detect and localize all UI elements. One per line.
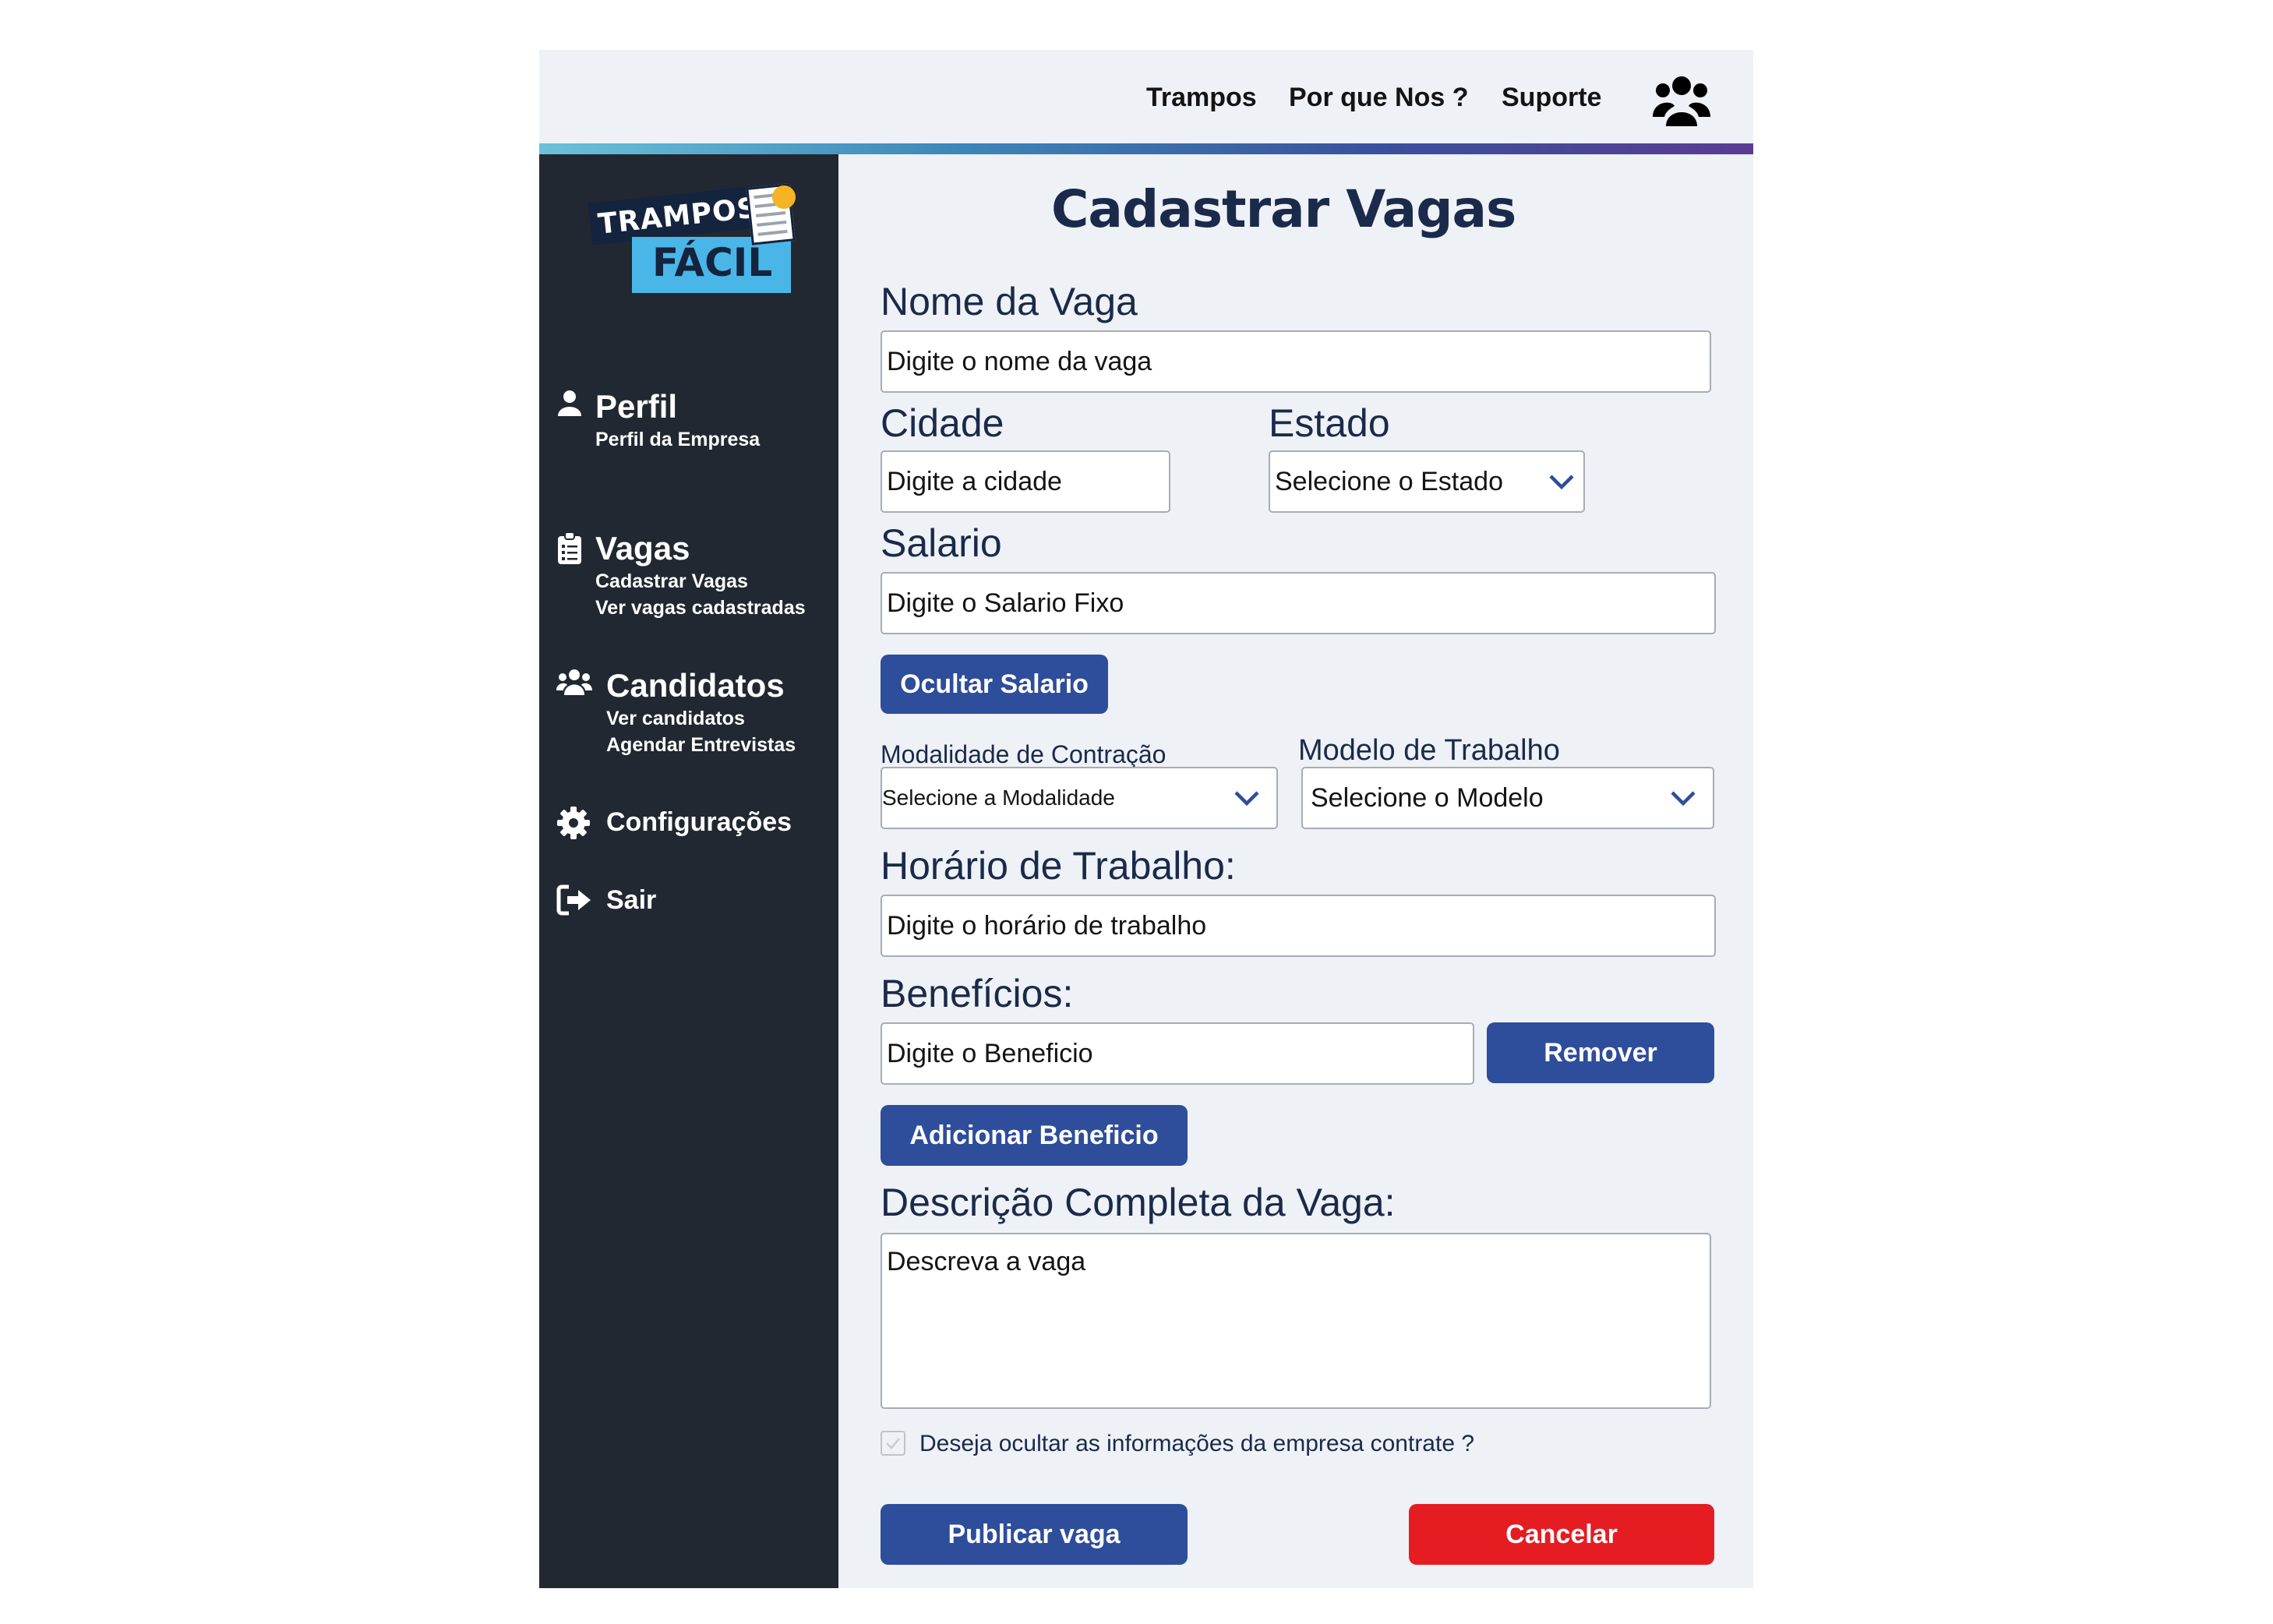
- sign-out-icon: [556, 884, 591, 916]
- salario-input[interactable]: Digite o Salario Fixo: [881, 572, 1716, 634]
- sidebar: TRAMPOS FÁCIL Perfil Perfil da Empresa V…: [539, 154, 838, 1588]
- beneficio-input[interactable]: Digite o Beneficio: [881, 1022, 1474, 1085]
- sidebar-sub-agendar-entrevistas[interactable]: Agendar Entrevistas: [606, 734, 796, 757]
- page-title: Cadastrar Vagas: [1051, 179, 1516, 239]
- descricao-label: Descrição Completa da Vaga:: [881, 1181, 1396, 1224]
- horario-label: Horário de Trabalho:: [881, 844, 1236, 888]
- app-frame: Trampos Por que Nos ? Suporte TRAMPOS FÁ…: [539, 50, 1753, 1588]
- sidebar-sub-perfil-empresa[interactable]: Perfil da Empresa: [595, 429, 760, 451]
- beneficios-label: Benefícios:: [881, 972, 1074, 1015]
- ocultar-salario-button[interactable]: Ocultar Salario: [881, 655, 1108, 714]
- sidebar-item-configuracoes[interactable]: Configurações: [606, 807, 792, 838]
- modelo-select[interactable]: Selecione o Modelo: [1301, 767, 1714, 829]
- cidade-label: Cidade: [881, 401, 1004, 445]
- users-icon: [556, 669, 592, 695]
- chevron-down-icon: [1549, 475, 1574, 490]
- trampos-facil-logo[interactable]: TRAMPOS FÁCIL: [582, 182, 808, 299]
- descricao-textarea[interactable]: Descreva a vaga: [881, 1233, 1711, 1409]
- adicionar-beneficio-button[interactable]: Adicionar Beneficio: [881, 1105, 1188, 1166]
- modalidade-select[interactable]: Selecione a Modalidade: [881, 767, 1278, 829]
- remover-beneficio-button[interactable]: Remover: [1487, 1022, 1714, 1083]
- header-gradient-bar: [539, 143, 1753, 154]
- sidebar-item-vagas[interactable]: Vagas: [595, 530, 690, 567]
- sidebar-sub-cadastrar-vagas[interactable]: Cadastrar Vagas: [595, 570, 748, 593]
- nav-por-que-nos[interactable]: Por que Nos ?: [1289, 83, 1468, 113]
- salario-label: Salario: [881, 521, 1002, 565]
- horario-input[interactable]: Digite o horário de trabalho: [881, 895, 1716, 957]
- modelo-label: Modelo de Trabalho: [1298, 734, 1560, 767]
- ocultar-empresa-checkbox[interactable]: [881, 1431, 905, 1456]
- sidebar-item-candidatos[interactable]: Candidatos: [606, 667, 785, 704]
- estado-label: Estado: [1269, 401, 1390, 445]
- user-icon: [558, 390, 581, 416]
- nome-vaga-label: Nome da Vaga: [881, 280, 1138, 323]
- cancelar-button[interactable]: Cancelar: [1409, 1504, 1714, 1565]
- badge-icon: [772, 185, 796, 209]
- ocultar-empresa-label: Deseja ocultar as informações da empresa…: [919, 1431, 1475, 1456]
- gear-icon: [557, 807, 590, 839]
- nav-suporte[interactable]: Suporte: [1502, 83, 1601, 113]
- chevron-down-icon: [1234, 791, 1259, 807]
- main-form: Cadastrar Vagas Nome da Vaga Digite o no…: [838, 154, 1753, 1588]
- sidebar-item-sair[interactable]: Sair: [606, 885, 656, 916]
- chevron-down-icon: [1671, 791, 1696, 807]
- top-navbar: Trampos Por que Nos ? Suporte: [539, 50, 1753, 143]
- sidebar-item-perfil[interactable]: Perfil: [595, 388, 677, 425]
- nome-vaga-input[interactable]: Digite o nome da vaga: [881, 330, 1711, 393]
- clipboard-icon: [558, 531, 581, 564]
- estado-select[interactable]: Selecione o Estado: [1269, 450, 1585, 513]
- sidebar-sub-ver-vagas[interactable]: Ver vagas cadastradas: [595, 597, 806, 620]
- users-icon[interactable]: [1651, 73, 1712, 128]
- check-icon: [886, 1438, 900, 1449]
- sidebar-sub-ver-candidatos[interactable]: Ver candidatos: [606, 708, 745, 730]
- modalidade-label: Modalidade de Contração: [881, 740, 1167, 768]
- cidade-input[interactable]: Digite a cidade: [881, 450, 1170, 513]
- nav-trampos[interactable]: Trampos: [1146, 83, 1257, 113]
- publicar-vaga-button[interactable]: Publicar vaga: [881, 1504, 1188, 1565]
